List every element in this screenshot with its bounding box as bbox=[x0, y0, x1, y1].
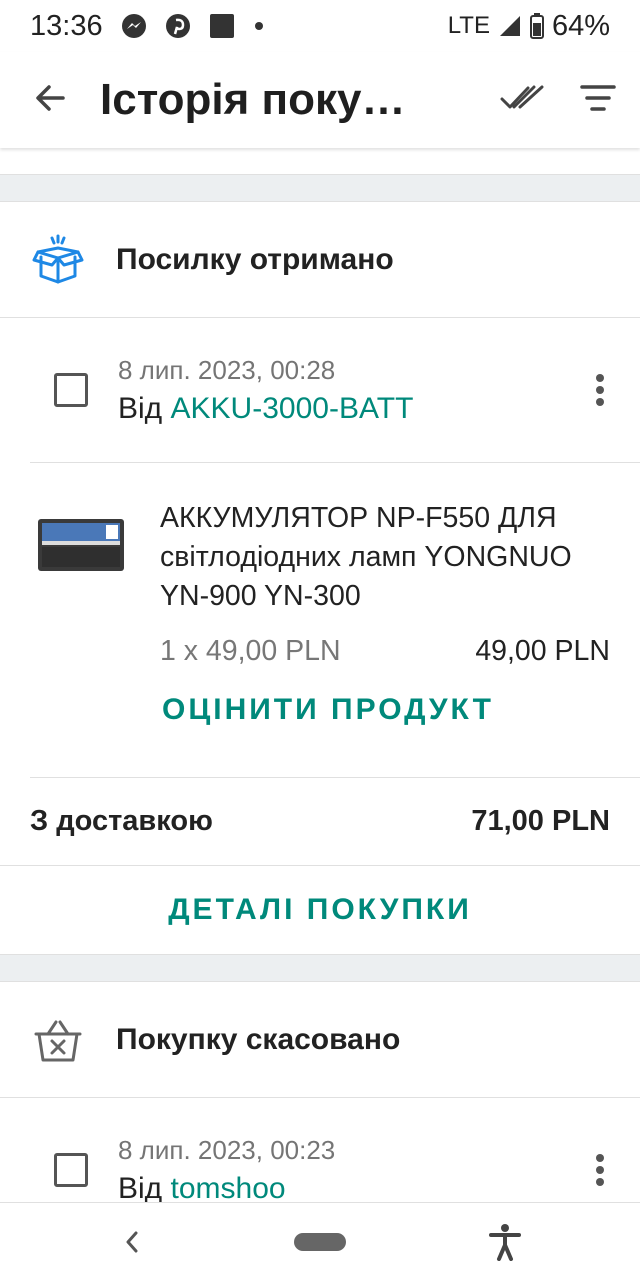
order-date: 8 лип. 2023, 00:28 bbox=[118, 354, 336, 385]
pinterest-icon bbox=[165, 13, 191, 39]
kebab-dot bbox=[596, 1166, 604, 1174]
status-bar: 13:36 LTE 64% bbox=[0, 0, 640, 52]
chevron-left-icon bbox=[126, 1231, 138, 1253]
kebab-dot bbox=[596, 398, 604, 406]
product-quantity-price: 1 x 49,00 PLN bbox=[160, 635, 341, 667]
nav-home-pill[interactable] bbox=[294, 1233, 346, 1251]
product-name[interactable]: АККУМУЛЯТОР NP-F550 ДЛЯ світлодіодних ла… bbox=[160, 499, 600, 616]
order-date: 8 лип. 2023, 00:23 bbox=[118, 1134, 336, 1165]
system-nav-bar bbox=[0, 1202, 640, 1280]
total-label: З доставкою bbox=[30, 805, 213, 837]
order-row: 8 лип. 2023, 00:23 Від tomshoo bbox=[0, 1098, 640, 1202]
order-checkbox[interactable] bbox=[54, 373, 88, 407]
order-status-header: Посилку отримано bbox=[0, 202, 640, 318]
signal-icon bbox=[498, 14, 522, 38]
messenger-icon bbox=[121, 13, 147, 39]
rate-product-button[interactable]: ОЦІНИТИ ПРОДУКТ bbox=[162, 693, 494, 727]
order-status-header: Покупку скасовано bbox=[0, 982, 640, 1098]
kebab-dot bbox=[596, 386, 604, 394]
basket-cancelled-icon bbox=[30, 1012, 86, 1068]
order-status-label: Посилку отримано bbox=[116, 242, 394, 276]
back-button[interactable] bbox=[0, 52, 100, 148]
kebab-dot bbox=[596, 1154, 604, 1162]
order-status-label: Покупку скасовано bbox=[116, 1022, 401, 1056]
card-separator bbox=[0, 954, 640, 982]
filter-button[interactable] bbox=[580, 84, 616, 117]
product-price: 49,00 PLN bbox=[475, 635, 610, 667]
order-total-row: З доставкою 71,00 PLN bbox=[0, 778, 640, 866]
mark-all-read-icon bbox=[500, 85, 544, 108]
product-thumbnail[interactable] bbox=[36, 517, 126, 573]
battery-level: 64% bbox=[551, 9, 610, 42]
mark-all-read-button[interactable] bbox=[500, 83, 544, 118]
from-label: Від bbox=[118, 1171, 163, 1203]
package-received-icon bbox=[30, 232, 86, 288]
kebab-dot bbox=[596, 374, 604, 382]
kebab-dot bbox=[596, 1178, 604, 1186]
purchase-history-list[interactable]: Посилку отримано 8 лип. 2023, 00:28 Від … bbox=[0, 148, 640, 1202]
previous-card-bottom bbox=[0, 148, 640, 174]
status-time: 13:36 bbox=[30, 9, 103, 42]
total-value: 71,00 PLN bbox=[471, 805, 610, 837]
nav-back-button[interactable] bbox=[120, 1225, 144, 1259]
more-options-button[interactable] bbox=[588, 370, 612, 410]
purchase-details-button[interactable]: ДЕТАЛІ ПОКУПКИ bbox=[0, 866, 640, 954]
order-card: Покупку скасовано 8 лип. 2023, 00:23 Від… bbox=[0, 982, 640, 1202]
order-seller-line: Від tomshoo bbox=[118, 1172, 335, 1203]
app-bar: Історія поку… bbox=[0, 52, 640, 148]
order-item[interactable]: АККУМУЛЯТОР NP-F550 ДЛЯ світлодіодних ла… bbox=[0, 463, 640, 777]
order-row: 8 лип. 2023, 00:28 Від AKKU-3000-BATT bbox=[0, 318, 640, 462]
back-arrow-icon bbox=[33, 81, 67, 120]
order-checkbox[interactable] bbox=[54, 1153, 88, 1187]
order-card: Посилку отримано 8 лип. 2023, 00:28 Від … bbox=[0, 202, 640, 954]
dot-icon bbox=[253, 20, 265, 32]
filter-icon bbox=[580, 84, 616, 111]
network-type: LTE bbox=[447, 12, 490, 39]
seller-link[interactable]: AKKU-3000-BATT bbox=[171, 392, 414, 425]
battery-icon bbox=[529, 13, 544, 39]
accessibility-icon bbox=[489, 1224, 521, 1261]
more-options-button[interactable] bbox=[588, 1150, 612, 1190]
seller-link[interactable]: tomshoo bbox=[171, 1172, 286, 1203]
card-separator bbox=[0, 174, 640, 202]
accessibility-button[interactable] bbox=[488, 1223, 522, 1261]
page-title: Історія поку… bbox=[100, 75, 406, 124]
square-notification-icon bbox=[209, 13, 235, 39]
order-seller-line: Від AKKU-3000-BATT bbox=[118, 392, 413, 426]
from-label: Від bbox=[118, 391, 163, 425]
